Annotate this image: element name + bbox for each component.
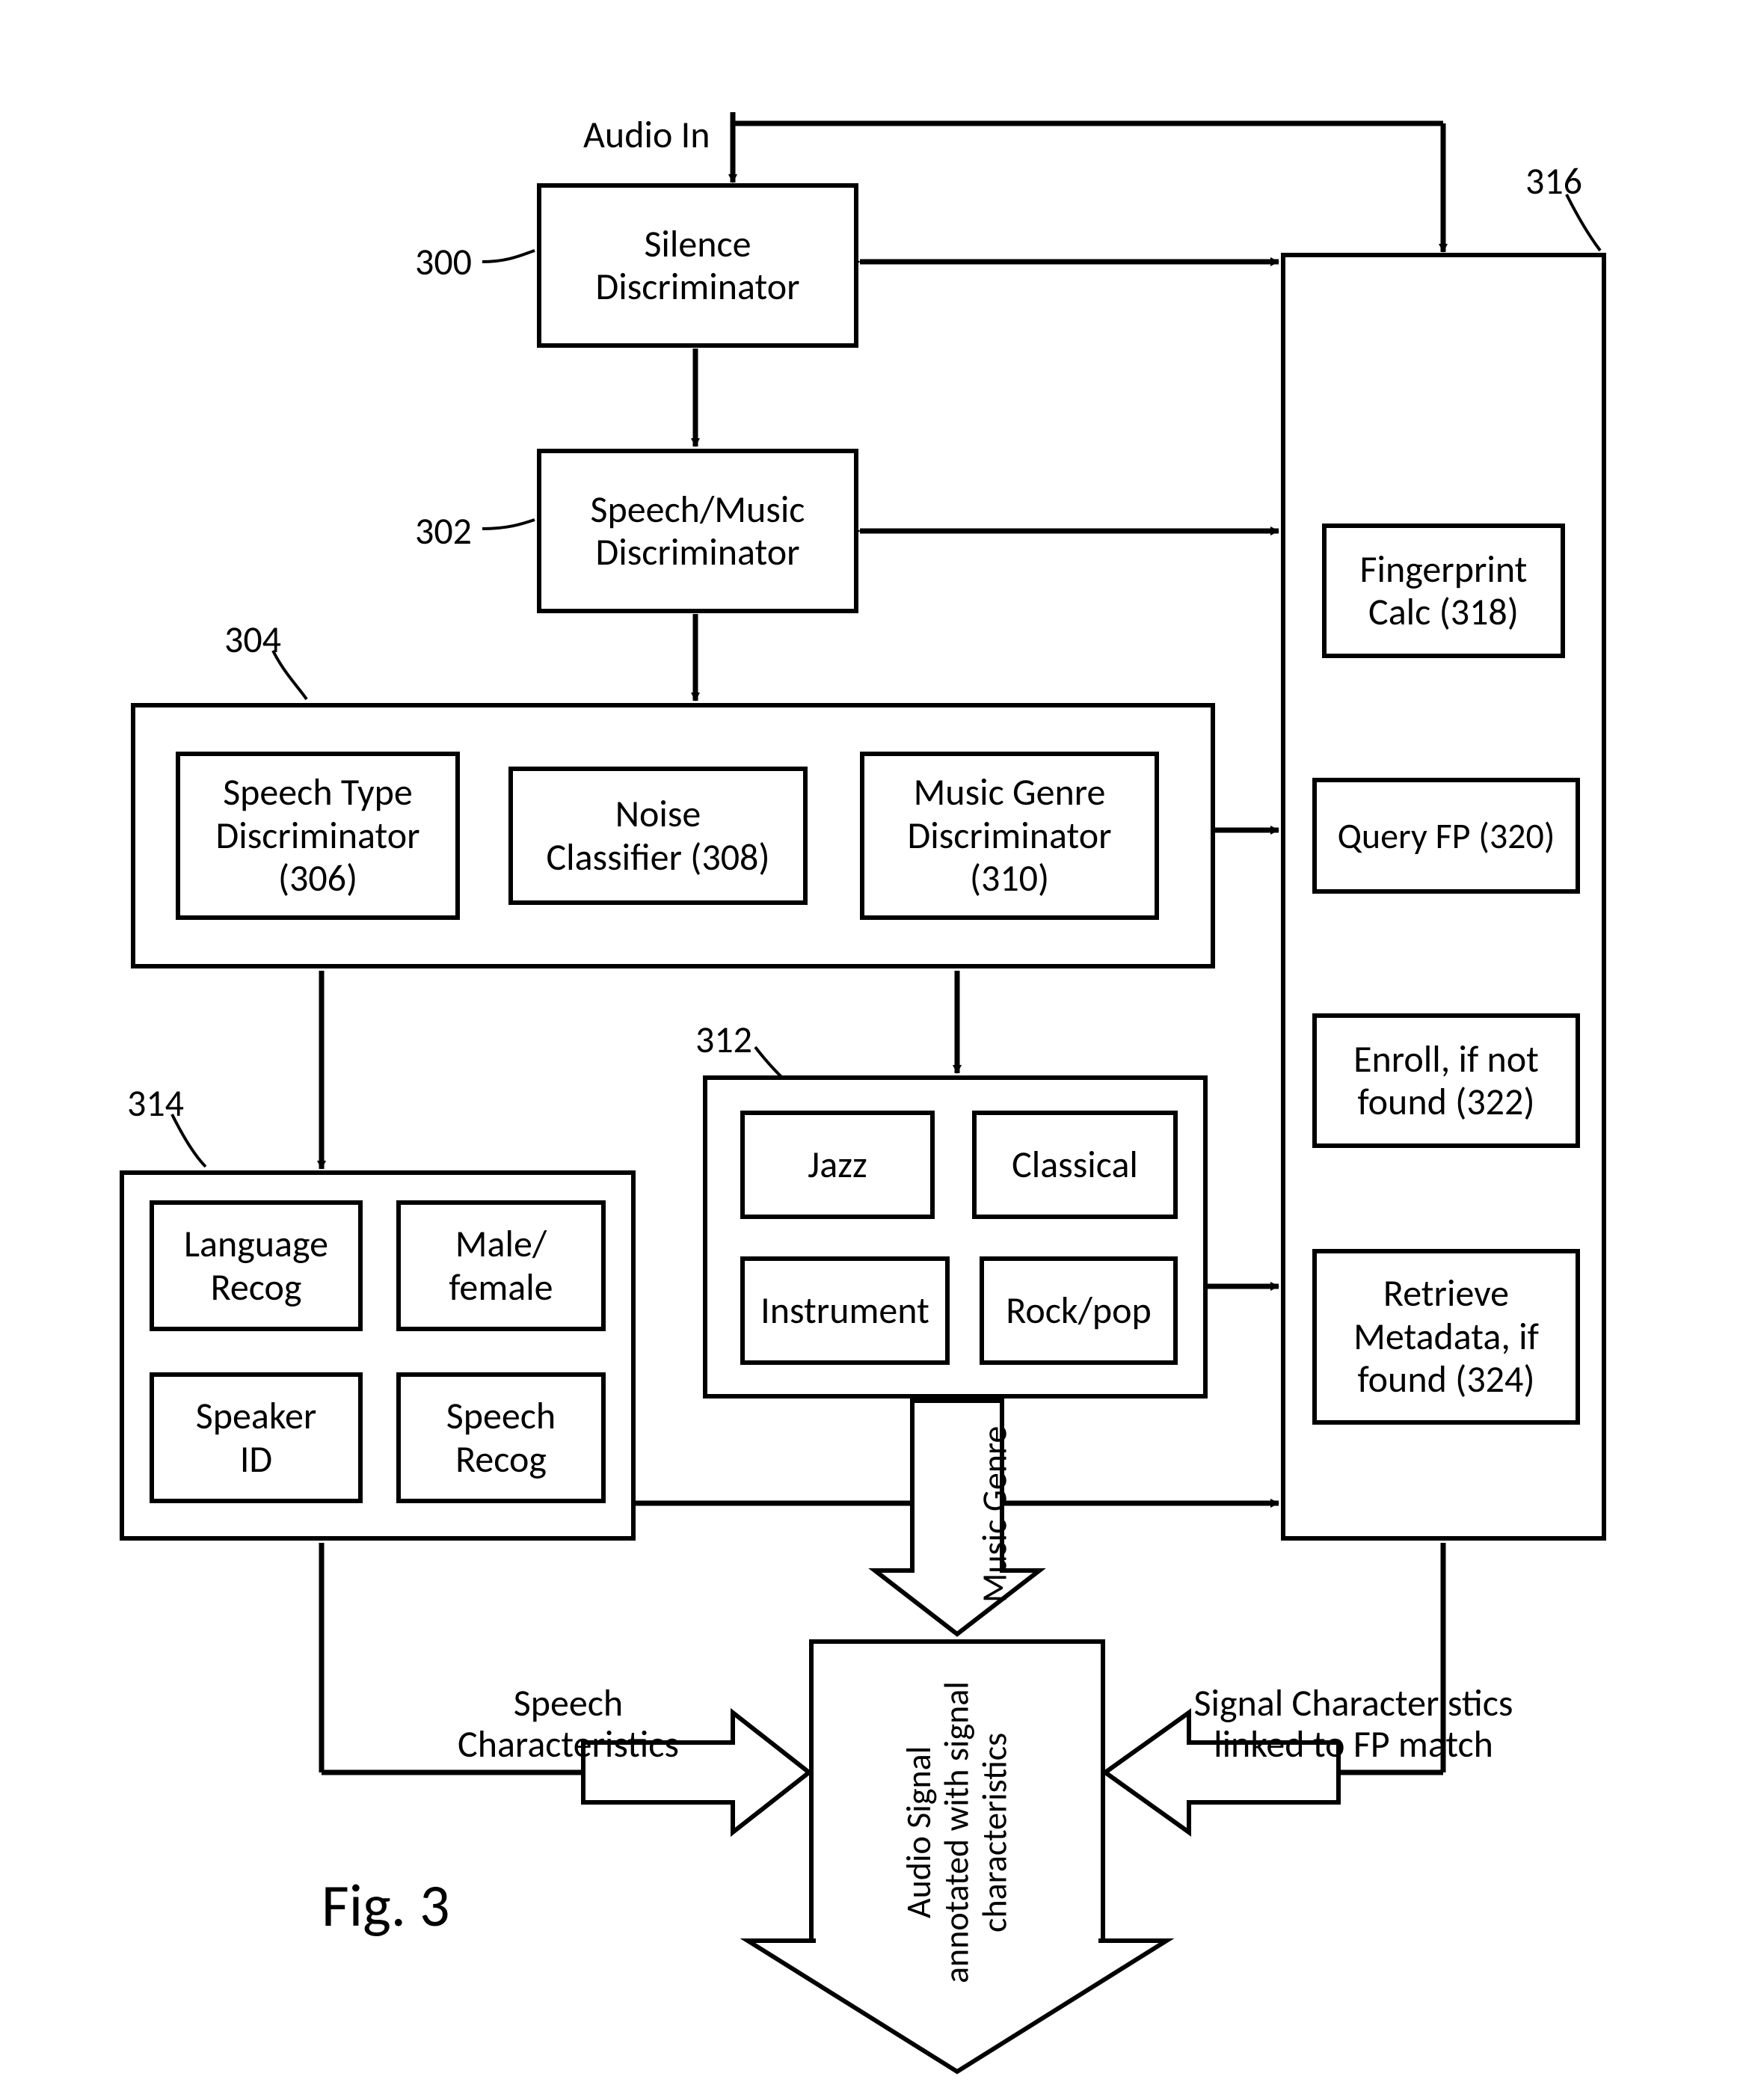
fingerprint-calc-text: Fingerprint Calc (318) xyxy=(1360,548,1528,634)
music-genre-discriminator-box: Music Genre Discriminator (310) xyxy=(860,752,1159,920)
query-fp-text: Query FP (320) xyxy=(1338,815,1555,856)
retrieve-metadata-text: Retrieve Metadata, if found (324) xyxy=(1353,1272,1539,1401)
speaker-id-box: Speaker ID xyxy=(150,1372,363,1503)
language-recog-text: Language Recog xyxy=(184,1223,328,1309)
silence-discriminator-text: Silence Discriminator xyxy=(595,223,799,309)
audio-signal-output-text: Audio Signal annotated with signal chara… xyxy=(900,1681,1014,1983)
speech-music-discriminator-box: Speech/Music Discriminator xyxy=(537,449,858,613)
ref-300: 300 xyxy=(415,239,472,285)
speech-recog-text: Speech Recog xyxy=(446,1395,556,1481)
enroll-box: Enroll, if not found (322) xyxy=(1312,1013,1580,1148)
instrument-text: Instrument xyxy=(760,1289,929,1333)
signal-characteristics-label: Signal Characteristics linked to FP matc… xyxy=(1166,1683,1540,1765)
music-genre-discriminator-text: Music Genre Discriminator (310) xyxy=(907,771,1111,900)
noise-classifier-text: Noise Classifier (308) xyxy=(546,793,769,879)
jazz-text: Jazz xyxy=(808,1143,867,1187)
enroll-text: Enroll, if not found (322) xyxy=(1353,1038,1539,1124)
ref-312: 312 xyxy=(695,1017,752,1063)
jazz-box: Jazz xyxy=(740,1111,935,1219)
male-female-text: Male/ female xyxy=(449,1223,553,1309)
speech-music-discriminator-text: Speech/Music Discriminator xyxy=(591,488,805,574)
classical-text: Classical xyxy=(1012,1143,1138,1187)
fingerprint-calc-box: Fingerprint Calc (318) xyxy=(1322,524,1565,658)
music-genre-arrow-text: Music Genre xyxy=(974,1426,1016,1603)
audio-in-label: Audio In xyxy=(583,114,710,156)
silence-discriminator-box: Silence Discriminator xyxy=(537,183,858,348)
speaker-id-text: Speaker ID xyxy=(196,1395,317,1481)
audio-signal-output-label: Audio Signal annotated with signal chara… xyxy=(845,1653,1069,2012)
speech-recog-box: Speech Recog xyxy=(396,1372,606,1503)
speech-characteristics-label: Speech Characteristics xyxy=(419,1683,718,1765)
male-female-box: Male/ female xyxy=(396,1200,606,1331)
query-fp-box: Query FP (320) xyxy=(1312,778,1580,894)
figure-caption: Fig. 3 xyxy=(322,1870,450,1942)
ref-304: 304 xyxy=(224,617,281,663)
rockpop-box: Rock/pop xyxy=(980,1256,1178,1365)
speech-type-discriminator-box: Speech Type Discriminator (306) xyxy=(176,752,460,920)
classical-box: Classical xyxy=(972,1111,1178,1219)
noise-classifier-box: Noise Classifier (308) xyxy=(508,767,808,905)
rockpop-text: Rock/pop xyxy=(1006,1289,1152,1333)
language-recog-box: Language Recog xyxy=(150,1200,363,1331)
speech-type-discriminator-text: Speech Type Discriminator (306) xyxy=(215,771,419,900)
music-genre-arrow-label: Music Genre xyxy=(938,1410,1014,1619)
ref-316: 316 xyxy=(1525,159,1582,204)
ref-314: 314 xyxy=(127,1081,184,1126)
ref-302: 302 xyxy=(415,509,472,554)
diagram-canvas: Audio In Silence Discriminator Speech/Mu… xyxy=(0,0,1749,2100)
retrieve-metadata-box: Retrieve Metadata, if found (324) xyxy=(1312,1249,1580,1425)
instrument-box: Instrument xyxy=(740,1256,950,1365)
